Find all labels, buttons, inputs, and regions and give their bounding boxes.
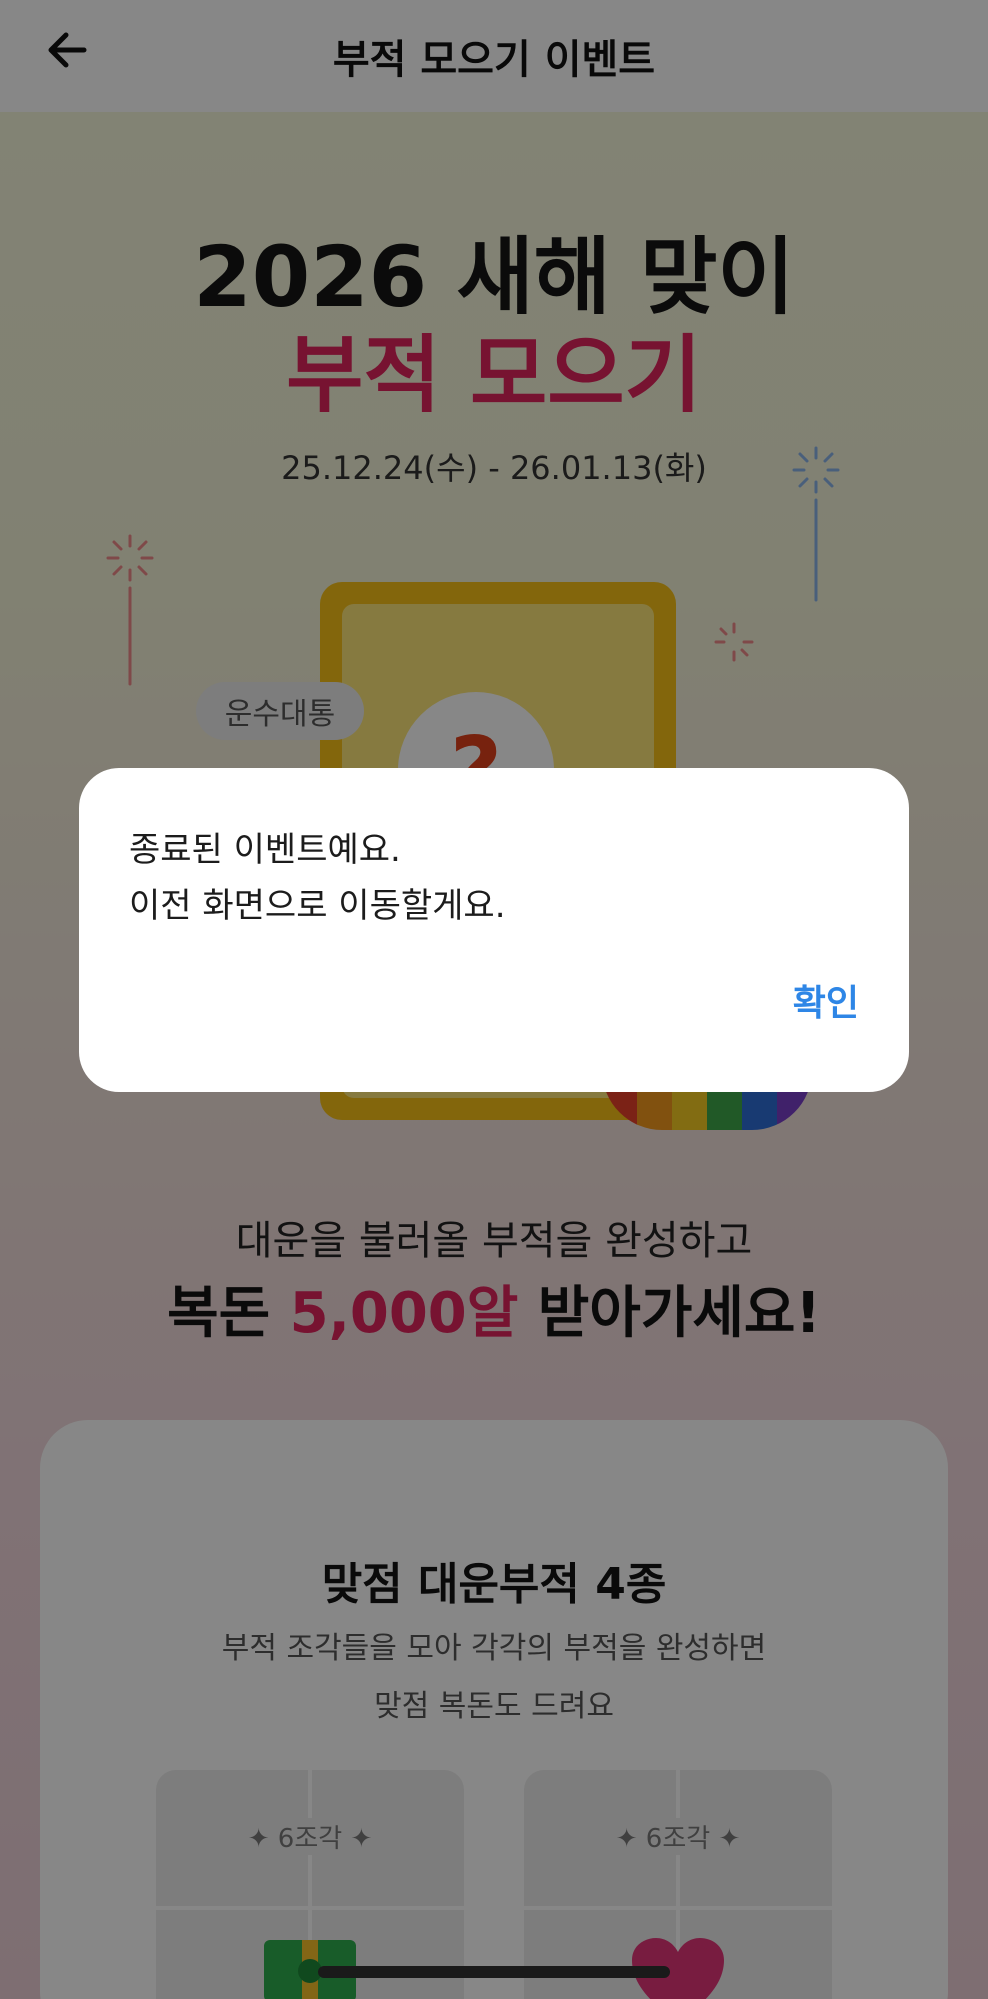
- alert-dialog: 종료된 이벤트예요. 이전 화면으로 이동할게요. 확인: [79, 768, 909, 1092]
- event-page: 부적 모으기 이벤트 2026 새해 맞이 부적 모으기 25.12.24(수)…: [0, 0, 988, 1999]
- home-indicator: [318, 1966, 670, 1978]
- dialog-message: 종료된 이벤트예요. 이전 화면으로 이동할게요.: [129, 822, 506, 934]
- confirm-button[interactable]: 확인: [793, 974, 859, 1026]
- dialog-message-line1: 종료된 이벤트예요.: [129, 830, 401, 870]
- dialog-message-line2: 이전 화면으로 이동할게요.: [129, 886, 506, 926]
